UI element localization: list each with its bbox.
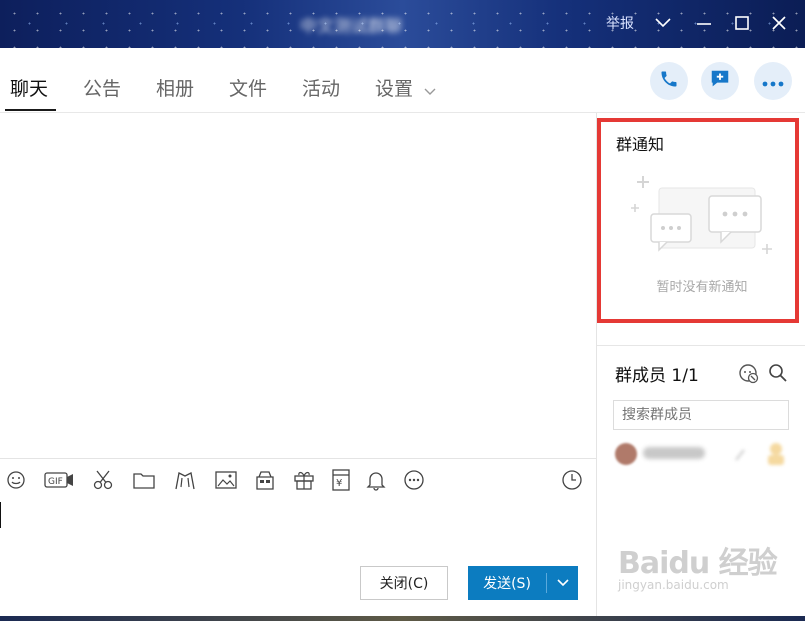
member-search-input[interactable] [613, 400, 789, 430]
chat-message-area[interactable] [0, 113, 596, 457]
member-search-icon[interactable] [768, 363, 788, 387]
history-clock-icon[interactable] [559, 467, 585, 493]
tab-settings[interactable]: 设置 [375, 74, 413, 101]
emoji-icon[interactable] [3, 467, 29, 493]
maximize-icon[interactable] [731, 12, 753, 34]
active-tab-underline [5, 109, 56, 111]
member-name-blurred [643, 447, 705, 459]
watermark: Baidu 经验 jingyan.baidu.com [618, 538, 778, 592]
group-notice-panel: 群通知 暂时没有新通知 [597, 118, 799, 323]
close-window-icon[interactable] [768, 12, 790, 34]
avatar [615, 443, 637, 465]
send-button[interactable]: 发送(S) [468, 566, 578, 600]
group-name-title: 中文测试群聊 [300, 17, 402, 37]
send-options-chevron-icon[interactable] [547, 579, 578, 587]
member-level-icon [733, 446, 747, 461]
send-button-label: 发送(S) [483, 576, 531, 592]
close-button[interactable]: 关闭(C) [360, 566, 448, 600]
svg-text:¥: ¥ [336, 478, 342, 489]
starfield-background [0, 0, 805, 48]
bell-icon[interactable] [363, 467, 389, 493]
tab-announcements[interactable]: 公告 [83, 74, 121, 101]
tab-activities[interactable]: 活动 [302, 74, 340, 101]
doodle-icon[interactable] [172, 467, 198, 493]
desktop-background-strip [0, 616, 805, 621]
screenshot-scissors-icon[interactable] [90, 467, 116, 493]
input-toolbar: GIF ¥ [0, 458, 596, 501]
gif-icon[interactable]: GIF [44, 467, 74, 493]
more-options-button[interactable] [754, 62, 792, 100]
settings-chevron-down-icon[interactable] [424, 81, 436, 100]
chevron-down-icon[interactable] [652, 12, 674, 34]
empty-notice-illustration-icon [627, 168, 777, 262]
add-chat-icon [709, 68, 731, 94]
gift-icon[interactable] [291, 467, 317, 493]
member-list-item[interactable] [615, 441, 795, 469]
tab-chat[interactable]: 聊天 [10, 74, 48, 101]
message-input[interactable] [0, 502, 596, 558]
member-role-icon [765, 441, 787, 467]
tab-album[interactable]: 相册 [156, 74, 194, 101]
sidebar-divider [597, 345, 805, 346]
watermark-logo-text: Baidu 经验 [618, 546, 778, 581]
folder-icon[interactable] [131, 467, 157, 493]
phone-icon [659, 69, 679, 93]
member-settings-icon[interactable] [738, 363, 760, 389]
notice-title: 群通知 [616, 135, 665, 154]
svg-text:GIF: GIF [48, 477, 63, 487]
no-notice-text: 暂时没有新通知 [656, 280, 748, 295]
red-packet-icon[interactable]: ¥ [328, 467, 354, 493]
members-title: 群成员 1/1 [615, 366, 699, 386]
minimize-icon[interactable] [693, 12, 715, 34]
voice-call-button[interactable] [650, 62, 688, 100]
tab-files[interactable]: 文件 [229, 74, 267, 101]
image-icon[interactable] [213, 467, 239, 493]
more-dots-icon [762, 72, 784, 91]
report-button[interactable]: 举报 [606, 13, 634, 33]
new-message-button[interactable] [701, 62, 739, 100]
title-bar: 中文测试群聊 举报 [0, 0, 805, 48]
more-icon[interactable] [401, 467, 427, 493]
sticker-icon[interactable] [252, 467, 278, 493]
